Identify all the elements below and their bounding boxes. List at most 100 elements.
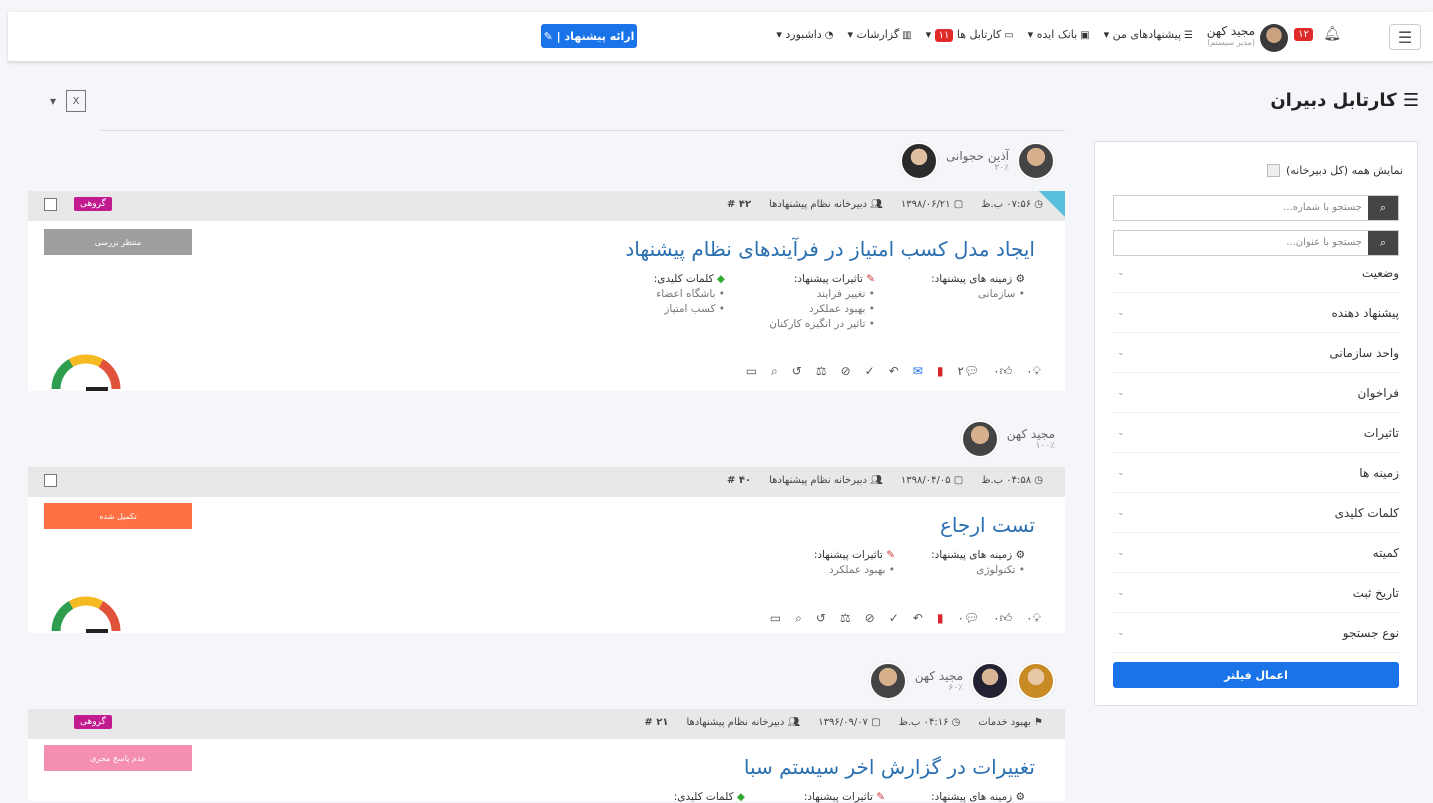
avatar[interactable] [960,420,999,458]
page-title: ☰ کارتابل دبیران [1270,90,1419,111]
checkbox[interactable] [1266,164,1280,177]
window-icon[interactable]: ▭ [770,611,781,626]
window-icon[interactable]: ▭ [746,364,757,379]
select-checkbox[interactable] [44,198,57,211]
dashboard-icon: ◔ [824,30,834,41]
proposal-number[interactable]: ۴۲ # [727,199,751,210]
proposal-attributes: ◆ کلمات کلیدی: ✎ تاثیرات پیشنهاد: ⚙ زمین… [635,791,1025,803]
comments-icon[interactable]: 💬︎۰ [957,611,979,626]
avatar[interactable] [1017,662,1055,700]
balance-icon[interactable]: ⚖ [840,611,851,626]
search-icon[interactable]: ⌕ [1368,231,1398,255]
export-dropdown[interactable]: X ▾ [50,90,87,112]
menu-idea-bank[interactable]: ▣بانک ایده ▾ [1028,28,1090,42]
card-header: ۴۲ # 👥︎ دبیرخانه نظام پیشنهادها ▢ ۱۳۹۸/۰… [28,191,1065,221]
hamburger-menu-icon[interactable]: ☰ [1389,24,1421,50]
ban-icon[interactable]: ⊘ [865,611,875,626]
chevron-down-icon[interactable]: ▾ [50,94,56,108]
mail-icon[interactable]: ✉ [913,364,923,379]
like-icon[interactable]: 👍︎۰ [993,364,1012,379]
facet-effects[interactable]: تاثیرات ⌄ [1113,413,1399,453]
bell-icon[interactable]: 🔔︎ [1323,26,1341,42]
score-gauge [51,596,121,633]
menu-my-proposals[interactable]: ☰پیشنهادهای من ▾ [1104,28,1193,42]
trash-icon[interactable]: ▮ [937,611,944,626]
user-avatar[interactable] [1260,24,1288,52]
facet-proposer[interactable]: پیشنهاد دهنده ⌄ [1113,293,1399,333]
select-checkbox[interactable] [44,474,57,487]
avatar[interactable] [971,662,1009,700]
idea-icon[interactable]: 💡︎۰ [1026,364,1041,379]
menu-reports[interactable]: ▥گزارشات ▾ [847,28,911,42]
avatar[interactable] [899,142,938,180]
check-icon[interactable]: ✓ [865,364,875,379]
field: سازمانی [977,288,1016,300]
keyword: کسب امتیاز [664,303,716,315]
check-icon[interactable]: ✓ [889,611,899,626]
pencil-icon: ✎ [543,29,553,43]
proposal-title[interactable]: ایجاد مدل کسب امتیاز در فرآیندهای نظام پ… [625,237,1035,261]
new-proposal-button[interactable]: ارائه پیشنهاد | ✎ [541,24,637,48]
history-icon[interactable]: ↺ [792,364,802,379]
proposal-title[interactable]: تغییرات در گزارش اخر سیستم سبا [744,755,1035,779]
card-users: مجید کهن ۶۰٪ [868,662,1055,700]
top-navbar: ☰ 🔔︎ ۱۲ مجید کهن (مدیر سیستم) ◔داشبورد ▾… [8,12,1433,62]
like-icon[interactable]: 👍︎۰ [993,611,1012,626]
reply-icon[interactable]: ↶ [889,364,899,379]
search-title-input[interactable]: جستجو با عنوان... [1114,231,1368,255]
tag-icon: ⚑ [1030,717,1043,728]
search-icon[interactable]: ⌕ [771,364,778,379]
apply-filter-button[interactable]: اعمال فیلتر [1113,662,1399,688]
facet-call[interactable]: فراخوان ⌄ [1113,373,1399,413]
facet-committee[interactable]: کمیته ⌄ [1113,533,1399,573]
excel-icon[interactable]: X [66,90,87,112]
reply-icon[interactable]: ↶ [913,611,923,626]
kartabl-badge: ۱۱ [934,29,954,42]
card-body: منتظر بررسی ایجاد مدل کسب امتیاز در فرآی… [28,221,1065,391]
facet-fields[interactable]: زمینه ها ⌄ [1113,453,1399,493]
show-all-checkbox[interactable]: نمایش همه (کل دبیرخانه) [1266,164,1403,177]
field: تکنولوژی [976,564,1016,576]
monitor-icon: ▭ [1004,30,1014,41]
card-users: آذین حجوانی ۲۰٪ [899,142,1055,180]
facet-search-type[interactable]: نوع جستجو ⌄ [1113,613,1399,653]
list-icon: ☰ [1184,30,1193,41]
effect: بهبود عملکرد [809,303,866,315]
user-menu[interactable]: مجید کهن (مدیر سیستم) [1207,24,1255,47]
user-name: مجید کهن [1206,24,1255,38]
gears-icon: ⚙ [1015,549,1025,561]
search-icon[interactable]: ⌕ [1368,196,1398,220]
filter-panel: نمایش همه (کل دبیرخانه) ⌕ جستجو با شماره… [1094,141,1418,706]
ban-icon[interactable]: ⊘ [841,364,851,379]
menu-kartabl[interactable]: ▭کارتابل ها ۱۱ ▾ [926,28,1014,42]
card-actions: ▭ ⌕ ↺ ⚖ ⊘ ✓ ↶ ▮ 💬︎۰ 👍︎۰ 💡︎۰ [770,611,1041,626]
menu-dashboard[interactable]: ◔داشبورد ▾ [776,28,833,42]
facet-org-unit[interactable]: واحد سازمانی ⌄ [1113,333,1399,373]
history-icon[interactable]: ↺ [816,611,826,626]
idea-icon[interactable]: 💡︎۰ [1026,611,1041,626]
avatar[interactable] [868,662,907,700]
comments-icon[interactable]: 💬︎۲ [957,364,979,379]
pencil-icon: ✎ [886,549,895,561]
user-info: آذین حجوانی ۲۰٪ [945,149,1009,173]
chevron-down-icon: ⌄ [1117,507,1125,518]
proposal-number[interactable]: ۴۰ # [727,475,751,486]
group-badge: گروهی [74,197,112,211]
facet-date[interactable]: تاریخ ثبت ⌄ [1113,573,1399,613]
notification-badge[interactable]: ۱۲ [1294,28,1313,41]
fields: ⚙ زمینه های پیشنهاد: [931,791,1025,803]
calendar-icon: ▢ [950,475,964,486]
pencil-icon: ✎ [876,791,885,803]
balance-icon[interactable]: ⚖ [816,364,827,379]
effect: تغییر فرایند [816,288,866,300]
avatar[interactable] [1017,142,1055,180]
search-icon[interactable]: ⌕ [795,611,802,626]
facet-keywords[interactable]: کلمات کلیدی ⌄ [1113,493,1399,533]
facet-status[interactable]: وضعیت ⌄ [1113,253,1399,293]
proposal-title[interactable]: تست ارجاع [940,513,1035,537]
keywords: ◆ کلمات کلیدی: [673,791,745,803]
trash-icon[interactable]: ▮ [937,364,944,379]
proposal-number[interactable]: ۲۱ # [644,717,668,728]
search-number-input[interactable]: جستجو با شماره... [1114,196,1368,220]
main-menu: ◔داشبورد ▾ ▥گزارشات ▾ ▭کارتابل ها ۱۱ ▾ ▣… [776,28,1193,42]
